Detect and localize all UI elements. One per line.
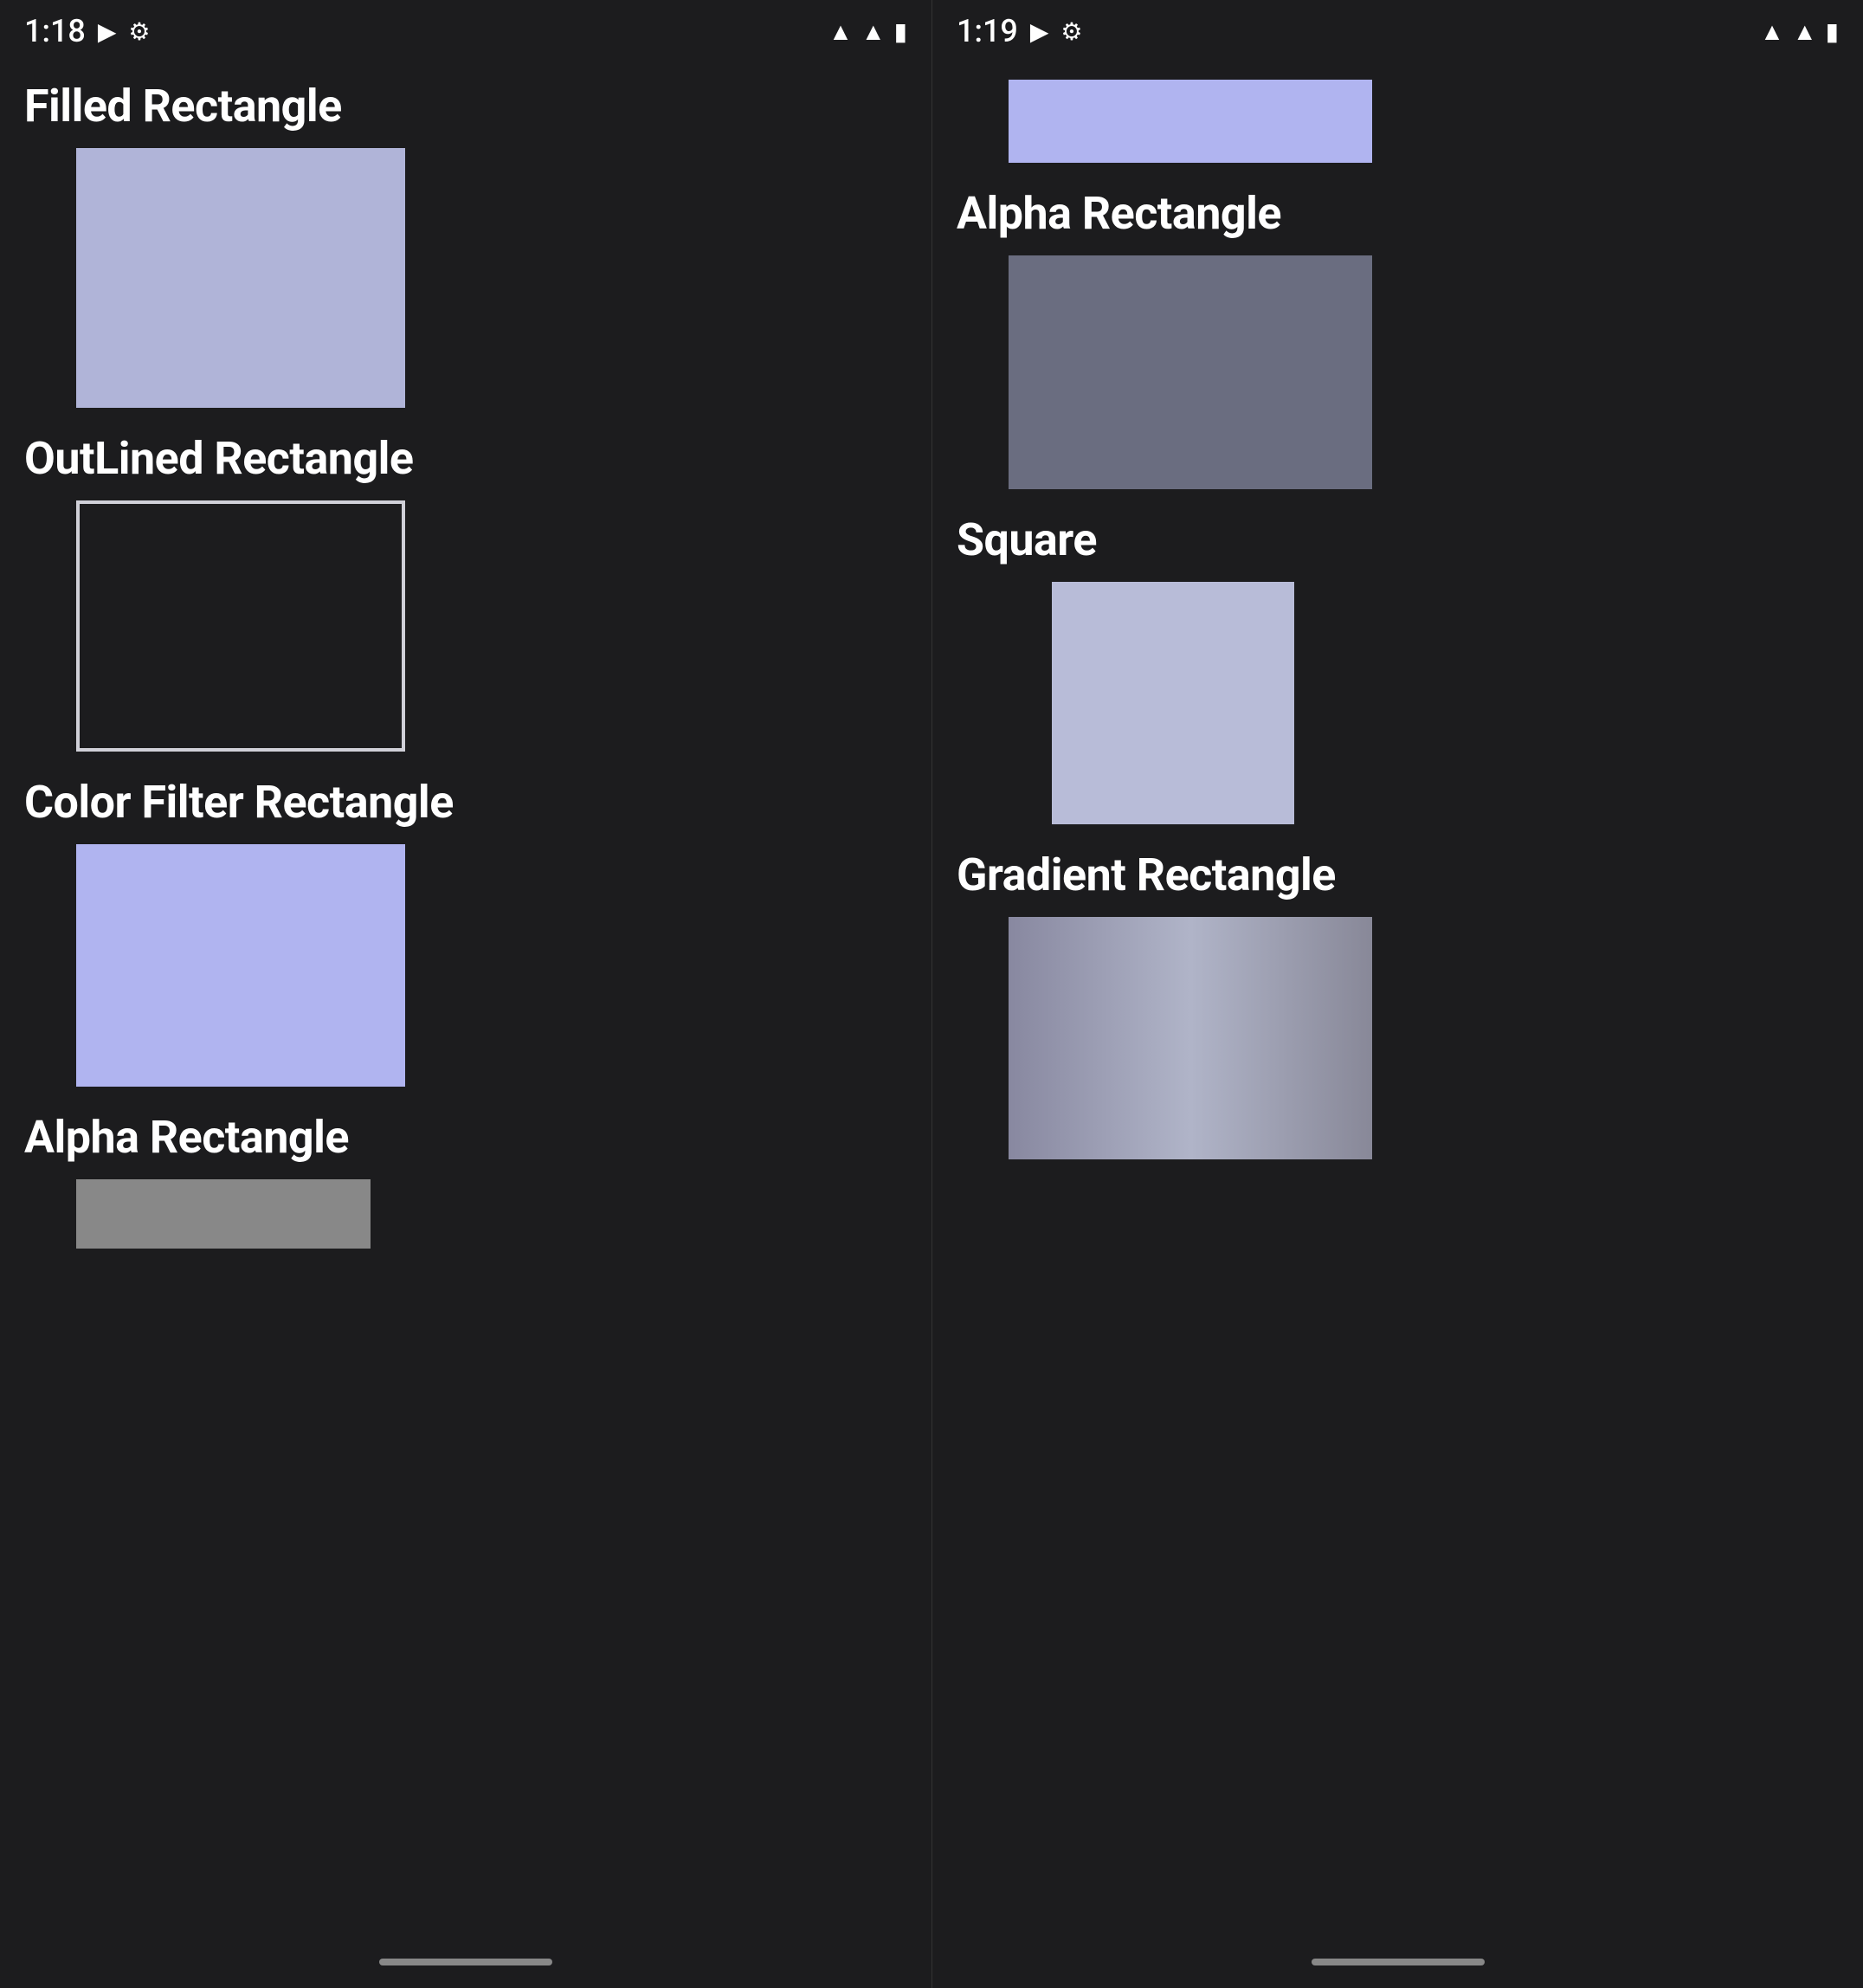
right-youtube-icon: ▶ bbox=[1030, 17, 1049, 46]
left-home-bar bbox=[379, 1959, 552, 1965]
right-time: 1:19 bbox=[957, 13, 1018, 49]
color-filter-shape bbox=[76, 844, 405, 1087]
color-filter-title: Color Filter Rectangle bbox=[24, 776, 907, 829]
right-status-bar-left: 1:19 ▶ ⚙ bbox=[957, 13, 1083, 49]
outlined-rectangle-title: OutLined Rectangle bbox=[24, 432, 907, 485]
outlined-rectangle-shape bbox=[76, 500, 405, 752]
filled-rectangle-section: Filled Rectangle bbox=[24, 80, 907, 408]
gradient-rectangle-title: Gradient Rectangle bbox=[957, 849, 1839, 901]
left-status-bar: 1:18 ▶ ⚙ ▲ ▲ ▮ bbox=[0, 0, 932, 62]
left-panel: 1:18 ▶ ⚙ ▲ ▲ ▮ Filled Rectangle OutLined… bbox=[0, 0, 932, 1988]
right-status-icons: ▲ ▲ ▮ bbox=[1760, 17, 1839, 46]
filled-rectangle-shape bbox=[76, 148, 405, 408]
gradient-rectangle-shape bbox=[1009, 917, 1372, 1159]
alpha-rectangle-right-section: Alpha Rectangle bbox=[957, 187, 1839, 489]
right-settings-icon: ⚙ bbox=[1060, 17, 1082, 46]
right-home-indicator bbox=[932, 1936, 1863, 1988]
square-shape bbox=[1052, 582, 1294, 824]
right-signal-icon: ▲ bbox=[1793, 17, 1817, 46]
settings-icon: ⚙ bbox=[128, 17, 150, 46]
gradient-rectangle-section: Gradient Rectangle bbox=[957, 849, 1839, 1159]
square-section: Square bbox=[957, 513, 1839, 824]
alpha-rectangle-left-section: Alpha Rectangle bbox=[24, 1111, 907, 1249]
alpha-rectangle-right-shape bbox=[1009, 255, 1372, 489]
color-filter-section: Color Filter Rectangle bbox=[24, 776, 907, 1087]
left-time: 1:18 bbox=[24, 13, 86, 49]
right-status-bar: 1:19 ▶ ⚙ ▲ ▲ ▮ bbox=[932, 0, 1863, 62]
right-panel: 1:19 ▶ ⚙ ▲ ▲ ▮ Alpha Rectangle Square Gr… bbox=[932, 0, 1863, 1988]
left-home-indicator bbox=[0, 1936, 932, 1988]
outlined-rectangle-section: OutLined Rectangle bbox=[24, 432, 907, 752]
right-battery-icon: ▮ bbox=[1826, 17, 1839, 46]
right-content: Alpha Rectangle Square Gradient Rectangl… bbox=[932, 62, 1863, 1936]
left-status-bar-left: 1:18 ▶ ⚙ bbox=[24, 13, 151, 49]
right-home-bar bbox=[1312, 1959, 1485, 1965]
wifi-icon: ▲ bbox=[828, 17, 853, 46]
right-wifi-icon: ▲ bbox=[1760, 17, 1784, 46]
left-content: Filled Rectangle OutLined Rectangle Colo… bbox=[0, 62, 932, 1936]
battery-icon: ▮ bbox=[894, 17, 907, 46]
square-title: Square bbox=[957, 513, 1839, 566]
left-status-icons: ▲ ▲ ▮ bbox=[828, 17, 907, 46]
alpha-rectangle-left-shape bbox=[76, 1179, 371, 1249]
youtube-icon: ▶ bbox=[98, 17, 117, 46]
filled-rectangle-title: Filled Rectangle bbox=[24, 80, 907, 132]
top-partial-section bbox=[957, 80, 1839, 163]
alpha-rectangle-right-title: Alpha Rectangle bbox=[957, 187, 1839, 240]
alpha-rectangle-left-title: Alpha Rectangle bbox=[24, 1111, 907, 1164]
signal-icon: ▲ bbox=[861, 17, 886, 46]
top-partial-shape bbox=[1009, 80, 1372, 163]
